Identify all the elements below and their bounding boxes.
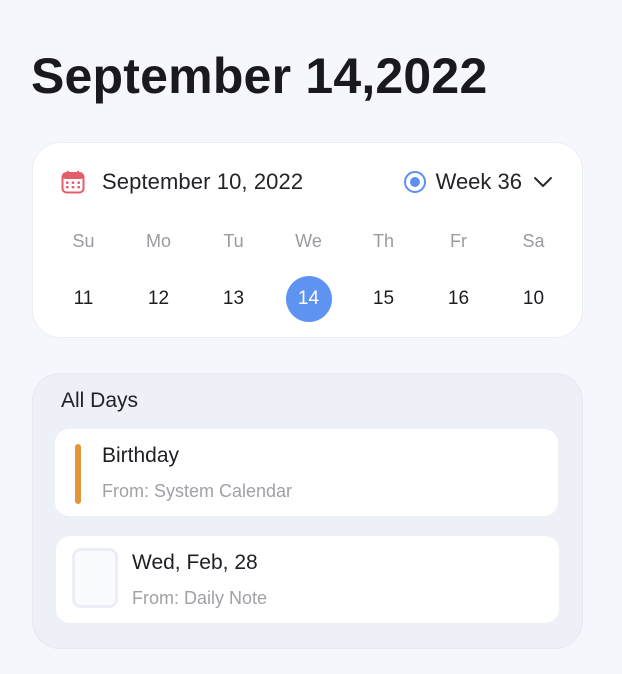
day-number-selected[interactable]: 14 (285, 276, 332, 322)
note-icon (72, 548, 118, 608)
day-number[interactable]: 16 (436, 276, 482, 322)
day-wednesday: We 14 (271, 229, 346, 322)
day-friday: Fr 16 (421, 229, 496, 322)
calendar-card: September 10, 2022 Week 36 Su 11 Mo 12 T… (32, 142, 583, 338)
day-number[interactable]: 11 (61, 276, 107, 322)
page-title: September 14,2022 (31, 48, 488, 104)
week-selector[interactable]: Week 36 (403, 169, 554, 195)
day-tuesday: Tu 13 (196, 229, 271, 322)
event-title: Wed, Feb, 28 (132, 551, 258, 574)
event-card-daily-note[interactable]: Wed, Feb, 28 From: Daily Note (56, 536, 559, 623)
week-days-row: Su 11 Mo 12 Tu 13 We 14 Th 15 Fr 16 Sa 1… (33, 229, 582, 322)
day-of-week-label: Sa (522, 231, 545, 251)
day-of-week-label: Mo (145, 231, 171, 251)
radio-selected-icon (403, 171, 426, 193)
day-sunday: Su 11 (46, 229, 121, 322)
day-of-week-label: Tu (223, 231, 244, 251)
event-color-bar (75, 444, 81, 504)
week-label: Week 36 (435, 169, 522, 194)
selected-date-label[interactable]: September 10, 2022 (102, 169, 303, 195)
day-monday: Mo 12 (121, 229, 196, 322)
event-title: Birthday (102, 444, 180, 467)
day-number[interactable]: 15 (361, 276, 407, 322)
day-number[interactable]: 13 (211, 276, 257, 322)
day-number[interactable]: 10 (511, 276, 557, 322)
calendar-icon[interactable] (61, 170, 85, 194)
chevron-down-icon (532, 171, 554, 193)
event-source: From: System Calendar (102, 481, 293, 501)
day-of-week-label: Th (372, 231, 394, 251)
day-number[interactable]: 12 (136, 276, 182, 322)
day-saturday: Sa 10 (496, 229, 571, 322)
panel-title: All Days (61, 389, 139, 412)
day-thursday: Th 15 (346, 229, 421, 322)
day-of-week-label: Fr (450, 231, 467, 251)
event-source: From: Daily Note (132, 588, 268, 608)
event-card-birthday[interactable]: Birthday From: System Calendar (55, 429, 558, 516)
all-days-panel: All Days Birthday From: System Calendar … (32, 373, 583, 649)
calendar-header: September 10, 2022 Week 36 (61, 168, 554, 196)
day-of-week-label: Su (72, 231, 95, 251)
day-of-week-label: We (295, 231, 322, 251)
